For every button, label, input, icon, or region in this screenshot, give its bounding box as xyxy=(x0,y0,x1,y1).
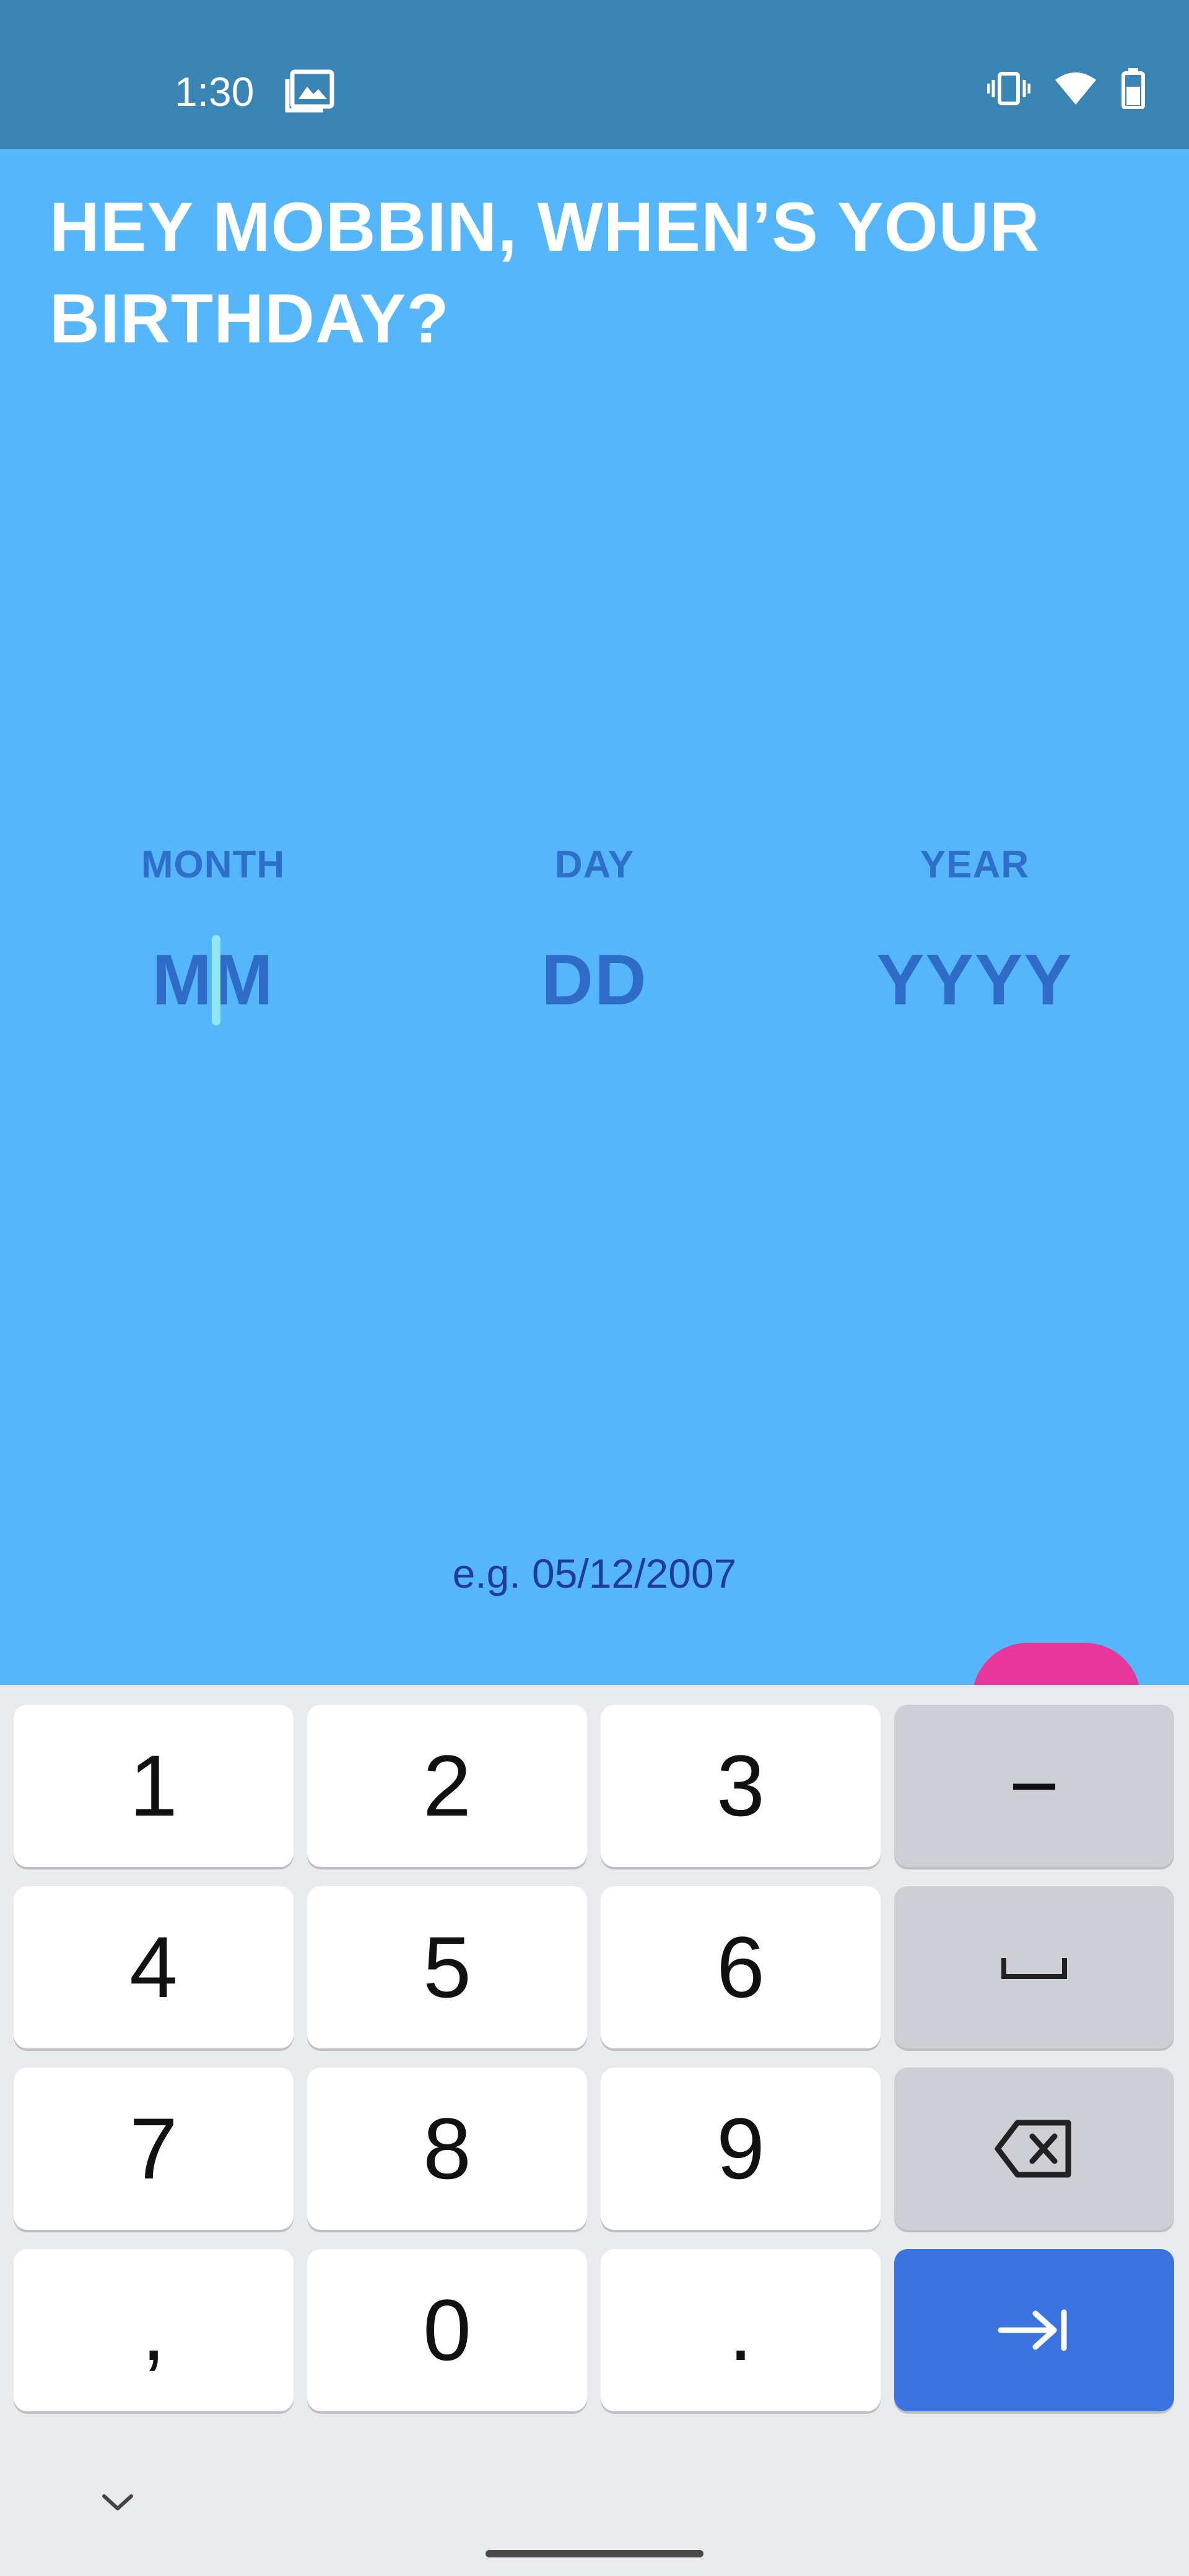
status-bar: 1:30 xyxy=(0,0,1189,149)
battery-icon xyxy=(1121,68,1145,109)
page-title: HEY MOBBIN, WHEN’S YOUR BIRTHDAY? xyxy=(50,181,1139,365)
key-5[interactable]: 5 xyxy=(307,1886,587,2048)
day-field[interactable]: DAY DD xyxy=(421,843,768,1023)
key-3[interactable]: 3 xyxy=(601,1705,881,1867)
year-input[interactable]: YYYY xyxy=(876,936,1073,1023)
space-icon xyxy=(1001,1958,1067,1979)
gallery-icon xyxy=(285,69,334,113)
day-label: DAY xyxy=(554,843,635,886)
month-field[interactable]: MONTH MM xyxy=(40,843,386,1025)
status-icons xyxy=(987,68,1146,109)
text-cursor xyxy=(211,935,220,1025)
numeric-keyboard: 1 2 3 − 4 5 6 7 8 9 , 0 . xyxy=(0,1685,1189,2576)
key-backspace[interactable] xyxy=(894,2068,1174,2230)
key-space[interactable] xyxy=(894,1886,1174,2048)
key-tab-next[interactable] xyxy=(894,2249,1174,2411)
key-period[interactable]: . xyxy=(601,2249,881,2411)
year-field[interactable]: YEAR YYYY xyxy=(801,843,1148,1023)
key-1[interactable]: 1 xyxy=(14,1705,294,1867)
title-line-2: BIRTHDAY? xyxy=(50,280,450,357)
status-time: 1:30 xyxy=(175,69,255,115)
tab-next-icon xyxy=(998,2309,1067,2351)
key-0[interactable]: 0 xyxy=(307,2249,587,2411)
wifi-icon xyxy=(1055,72,1096,105)
key-minus[interactable]: − xyxy=(894,1705,1174,1867)
month-label: MONTH xyxy=(141,843,285,886)
year-label: YEAR xyxy=(920,843,1030,886)
key-comma[interactable]: , xyxy=(14,2249,294,2411)
year-placeholder: YYYY xyxy=(876,939,1073,1020)
backspace-icon xyxy=(995,2120,1071,2178)
day-input[interactable]: DD xyxy=(541,936,648,1023)
date-format-hint: e.g. 05/12/2007 xyxy=(452,1551,737,1596)
birthday-screen: HEY MOBBIN, WHEN’S YOUR BIRTHDAY? MONTH … xyxy=(0,149,1189,1785)
key-8[interactable]: 8 xyxy=(307,2068,587,2230)
month-input[interactable]: MM xyxy=(152,935,274,1025)
key-4[interactable]: 4 xyxy=(14,1886,294,2048)
key-6[interactable]: 6 xyxy=(601,1886,881,2048)
day-placeholder: DD xyxy=(541,939,648,1020)
key-7[interactable]: 7 xyxy=(14,2068,294,2230)
title-line-1: HEY MOBBIN, WHEN’S YOUR xyxy=(50,188,1040,266)
key-9[interactable]: 9 xyxy=(601,2068,881,2230)
vibrate-icon xyxy=(987,72,1030,105)
home-indicator[interactable] xyxy=(486,2550,703,2557)
key-2[interactable]: 2 xyxy=(307,1705,587,1867)
chevron-down-icon[interactable] xyxy=(99,2490,136,2515)
